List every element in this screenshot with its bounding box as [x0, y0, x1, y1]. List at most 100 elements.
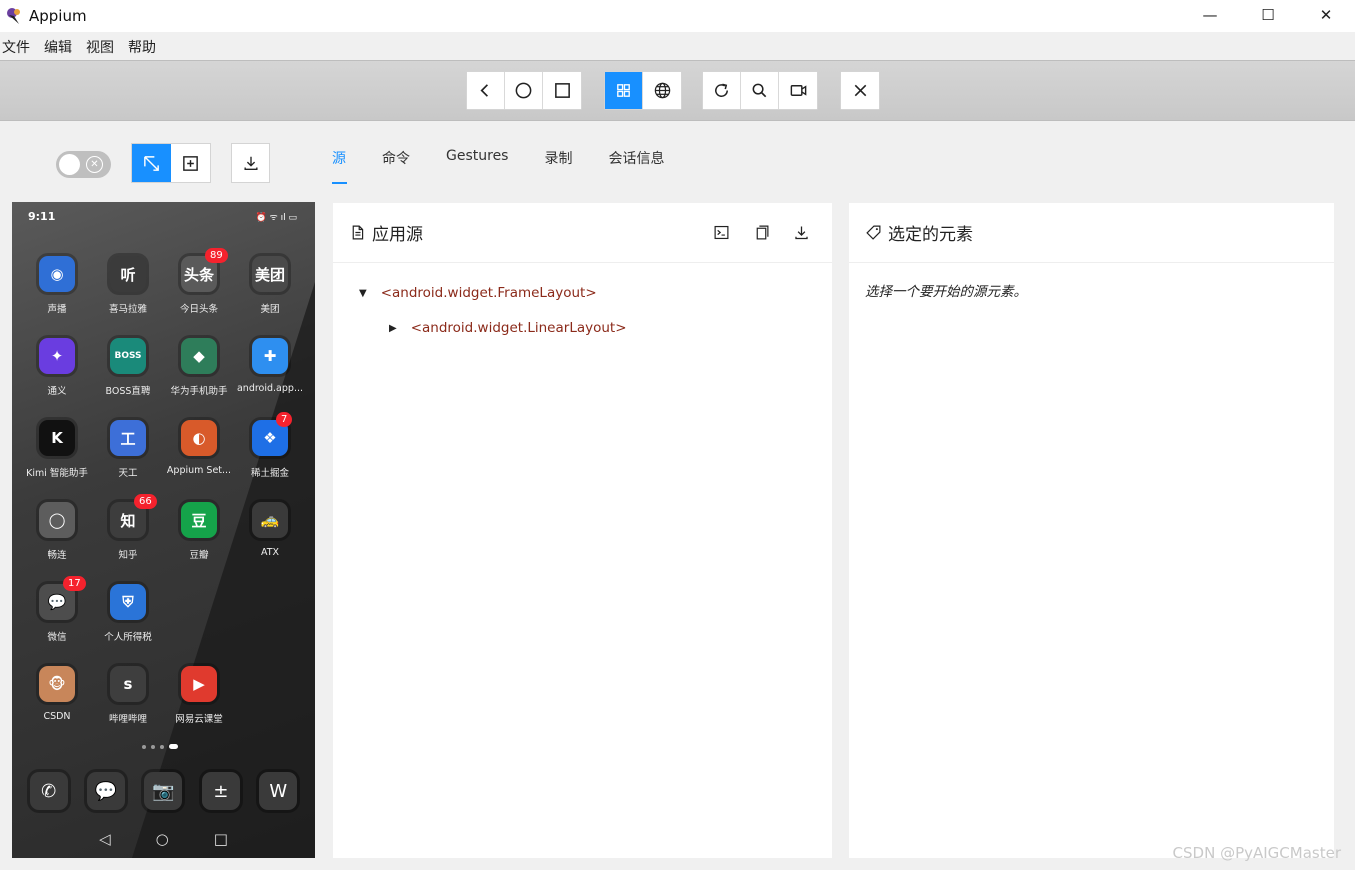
copy-source-button[interactable]: [752, 223, 770, 241]
home-app[interactable]: K Kimi 智能助手: [21, 420, 93, 479]
back-button[interactable]: [467, 72, 505, 109]
app-label: 稀土掘金: [250, 468, 289, 479]
home-app[interactable]: 美团 美团: [234, 256, 306, 315]
calculator-icon[interactable]: ±: [201, 772, 240, 810]
context-group: [604, 71, 682, 110]
wps-icon[interactable]: W: [259, 772, 298, 810]
home-app[interactable]: 🚕 ATX: [234, 502, 306, 558]
tag-icon: [866, 225, 881, 240]
menu-help[interactable]: 帮助: [128, 37, 156, 57]
home-app[interactable]: ⛨ 个人所得税: [92, 584, 164, 643]
home-circle-icon[interactable]: ○: [156, 830, 169, 848]
search-button[interactable]: [741, 72, 779, 109]
home-app[interactable]: 头条 89 今日头条: [163, 248, 235, 315]
download-screenshot-button[interactable]: [231, 143, 270, 183]
home-app[interactable]: 豆豆瓣: [163, 502, 235, 561]
app-icon: K: [39, 420, 75, 456]
app-label: 知乎: [118, 550, 138, 561]
recents-square-icon[interactable]: □: [214, 830, 228, 848]
app-icon: ✚: [252, 338, 288, 374]
web-context-button[interactable]: [643, 72, 681, 109]
caret-right-icon[interactable]: ▶: [389, 323, 397, 334]
home-app[interactable]: ◉ 声播: [21, 256, 93, 315]
tab-gestures[interactable]: Gestures: [446, 148, 508, 184]
screenshot-toggle[interactable]: ✕: [56, 151, 111, 178]
camera-icon[interactable]: 📷: [144, 772, 183, 810]
menu-file[interactable]: 文件: [2, 37, 30, 57]
selected-panel-title: 选定的元素: [888, 225, 973, 245]
home-app[interactable]: ✚ android.app...: [234, 338, 306, 394]
tree-node-linearlayout[interactable]: ▶ <android.widget.LinearLayout>: [389, 320, 627, 336]
app-icon: ◯: [39, 502, 75, 538]
device-screenshot[interactable]: 9:11 ⏰ ᯤ ıl ▭ ◉ 声播听喜马拉雅 头条 89 今日头条 美团 美团 ✦ 通义 BOS…: [12, 202, 315, 858]
app-icon: ✦: [39, 338, 75, 374]
caret-down-icon[interactable]: ▼: [359, 288, 367, 299]
grid-icon: [617, 84, 630, 97]
home-app[interactable]: 💬 17 微信: [21, 576, 93, 643]
app-icon: 🚕: [252, 502, 288, 538]
notification-badge: 89: [205, 248, 228, 263]
app-label: 今日头条: [179, 304, 218, 315]
toggle-attributes-button[interactable]: [712, 223, 730, 241]
home-app[interactable]: ▶ 网易云课堂: [163, 666, 235, 725]
app-label: android.app...: [236, 383, 303, 394]
home-app[interactable]: ◆ 华为手机助手: [163, 338, 235, 397]
home-app[interactable]: 工天工: [92, 420, 164, 479]
tab-session-info[interactable]: 会话信息: [608, 148, 664, 184]
app-icon: 美团: [252, 256, 288, 292]
select-element-mode-button[interactable]: [132, 144, 171, 182]
menu-view[interactable]: 视图: [86, 37, 114, 57]
app-label: 美团: [260, 304, 280, 315]
tap-coordinates-mode-button[interactable]: [171, 144, 210, 182]
app-label: 微信: [47, 632, 67, 643]
home-app[interactable]: ◐ Appium Set...: [163, 420, 235, 476]
tab-commands[interactable]: 命令: [382, 148, 410, 184]
back-triangle-icon[interactable]: ◁: [99, 830, 111, 848]
app-icon: 听: [110, 256, 146, 292]
source-actions: [712, 223, 810, 241]
app-label: Kimi 智能助手: [26, 468, 88, 479]
home-app[interactable]: ❖ 7 稀土掘金: [234, 412, 306, 479]
home-button[interactable]: [505, 72, 543, 109]
app-label: Appium Set...: [166, 465, 232, 476]
app-source-panel: 应用源 ▼ <android.widget.FrameLayout> ▶ <an…: [333, 203, 832, 858]
tree-node-framelayout[interactable]: ▼ <android.widget.FrameLayout>: [359, 285, 597, 301]
tab-source[interactable]: 源: [332, 148, 347, 184]
home-app[interactable]: ◯ 畅连: [21, 502, 93, 561]
download-source-button[interactable]: [792, 223, 810, 241]
page-indicator: [142, 744, 178, 749]
app-icon: BOSS: [110, 338, 146, 374]
maximize-button[interactable]: ☐: [1239, 0, 1297, 30]
menu-bar: 文件 编辑 视图 帮助: [0, 35, 168, 59]
quit-session-button[interactable]: [841, 72, 879, 109]
action-group: [702, 71, 818, 110]
tree-node-label: <android.widget.LinearLayout>: [410, 320, 627, 336]
app-icon: ◉: [39, 256, 75, 292]
home-app[interactable]: ✦ 通义: [21, 338, 93, 397]
close-window-button[interactable]: ✕: [1297, 0, 1355, 30]
minimize-button[interactable]: —: [1181, 0, 1239, 30]
app-label: 哔哩哔哩: [108, 714, 147, 725]
refresh-button[interactable]: [703, 72, 741, 109]
menu-edit[interactable]: 编辑: [44, 37, 72, 57]
mode-group: [131, 143, 211, 183]
record-button[interactable]: [779, 72, 817, 109]
home-app[interactable]: 知 66 知乎: [92, 494, 164, 561]
watermark: CSDN @PyAIGCMaster: [1172, 844, 1341, 862]
home-app[interactable]: ꜱ 哔哩哔哩: [92, 666, 164, 725]
app-switch-button[interactable]: [543, 72, 581, 109]
download-icon: [243, 156, 258, 170]
home-app[interactable]: BOSS BOSS直聘: [92, 338, 164, 397]
status-icons: ⏰ ᯤ ıl ▭: [255, 213, 297, 223]
tab-recorder[interactable]: 录制: [544, 148, 572, 184]
home-app[interactable]: 🐵 CSDN: [21, 666, 93, 722]
phone-icon[interactable]: ✆: [29, 772, 68, 810]
status-time: 9:11: [28, 210, 56, 223]
toggle-off-icon: ✕: [86, 156, 103, 173]
home-app[interactable]: 听喜马拉雅: [92, 256, 164, 315]
messages-icon[interactable]: 💬: [87, 772, 126, 810]
app-icon: ⛨: [110, 584, 146, 620]
close-icon: [854, 84, 866, 97]
title-bar: Appium — ☐ ✕: [0, 0, 1355, 32]
native-app-mode-button[interactable]: [605, 72, 643, 109]
